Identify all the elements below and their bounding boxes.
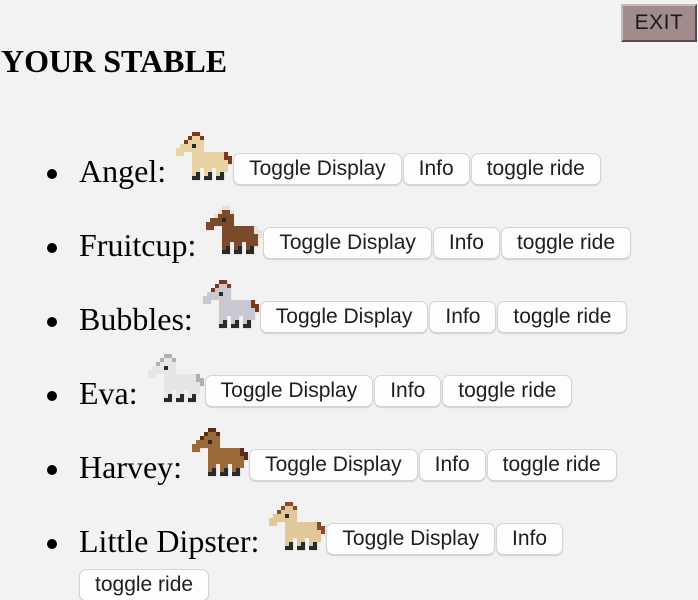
bullet-icon (47, 539, 57, 549)
bullet-icon (47, 391, 57, 401)
horse-name: Eva: (79, 375, 138, 411)
horse-icon (269, 502, 326, 551)
toggle-ride-button[interactable]: toggle ride (497, 301, 628, 333)
bullet-icon (47, 317, 57, 327)
list-item: Bubbles: Toggle Display Info toggle ride (0, 266, 698, 340)
list-item: Eva: Toggle Display Info toggle ride (0, 340, 698, 414)
bullet-icon (47, 465, 57, 475)
list-item: Fruitcup: Toggle Display Info toggle rid… (0, 192, 698, 266)
info-button[interactable]: Info (495, 523, 564, 555)
horse-name: Harvey: (79, 449, 183, 485)
toggle-display-button[interactable]: Toggle Display (259, 301, 429, 333)
info-button[interactable]: Info (402, 153, 470, 185)
toggle-display-button[interactable]: Toggle Display (326, 523, 495, 555)
toggle-display-button[interactable]: Toggle Display (263, 227, 432, 259)
list-item: Angel: Toggle Display Info toggle ride (0, 118, 698, 192)
toggle-ride-button[interactable]: toggle ride (79, 569, 210, 600)
toggle-display-button[interactable]: Toggle Display (204, 375, 374, 407)
info-button[interactable]: Info (432, 227, 500, 259)
info-button[interactable]: Info (429, 301, 497, 333)
toggle-ride-button[interactable]: toggle ride (486, 449, 617, 481)
horse-icon (147, 354, 204, 403)
horse-name: Little Dipster: (79, 523, 260, 559)
horse-icon (192, 428, 249, 477)
exit-button[interactable]: EXIT (621, 4, 697, 42)
page-title: YOUR STABLE (1, 43, 228, 79)
toggle-ride-button[interactable]: toggle ride (500, 227, 632, 259)
toggle-ride-button[interactable]: toggle ride (442, 375, 573, 407)
toggle-display-button[interactable]: Toggle Display (233, 153, 402, 185)
horse-name: Fruitcup: (79, 227, 197, 263)
horse-icon (176, 132, 233, 181)
toggle-display-button[interactable]: Toggle Display (249, 449, 418, 481)
bullet-icon (47, 243, 57, 253)
bullet-icon (47, 169, 57, 179)
list-item: Little Dipster: Toggle Display Info (0, 488, 698, 562)
toggle-ride-button[interactable]: toggle ride (470, 153, 601, 185)
info-button[interactable]: Info (418, 449, 486, 481)
info-button[interactable]: Info (374, 375, 442, 407)
horse-name: Angel: (79, 153, 167, 189)
list-item: Harvey: Toggle Display Info toggle ride (0, 414, 698, 488)
horse-icon (202, 280, 259, 329)
horse-name: Bubbles: (79, 301, 193, 337)
horse-list: Angel: Toggle Display Info toggle ride F… (0, 118, 698, 562)
horse-icon (206, 206, 263, 255)
